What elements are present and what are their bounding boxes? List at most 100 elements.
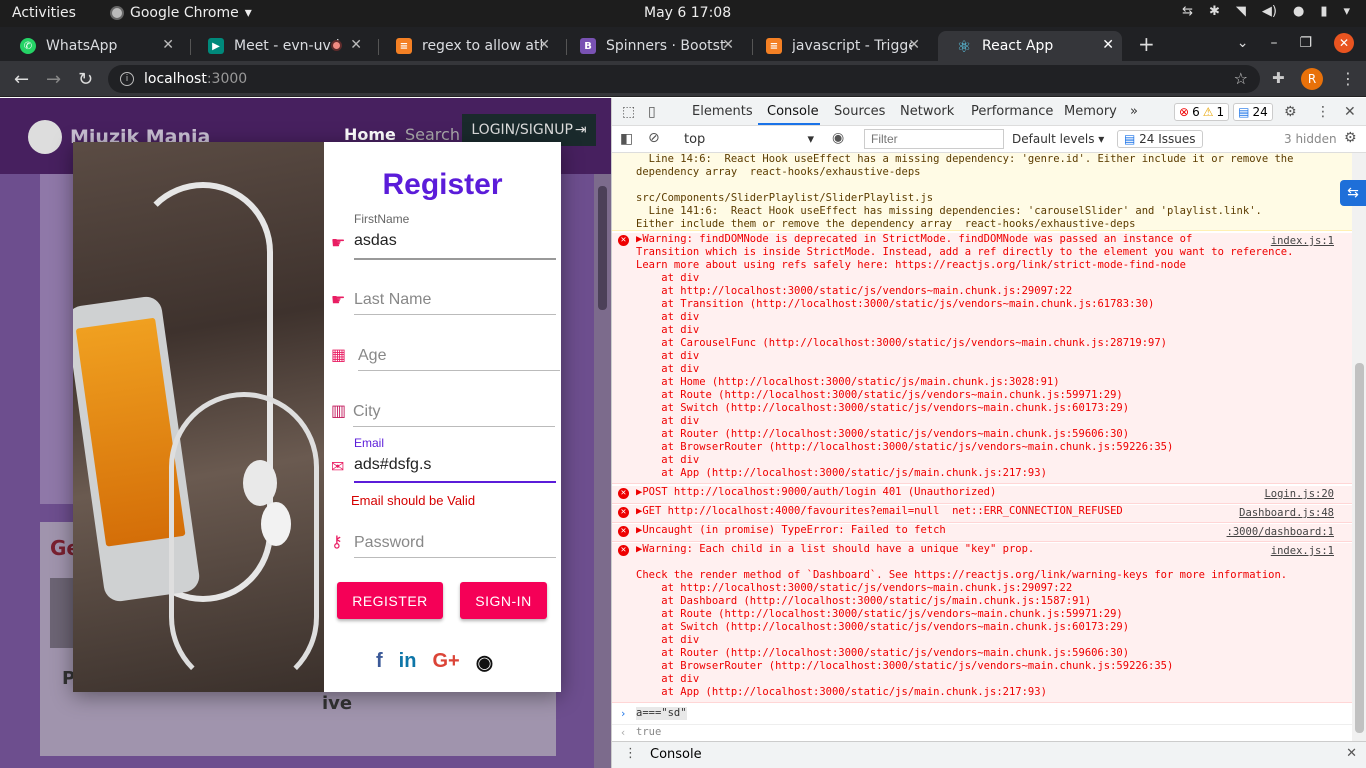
email-label: Email xyxy=(354,436,385,450)
reload-icon[interactable]: ↻ xyxy=(78,69,93,90)
site-info-icon[interactable]: i xyxy=(120,72,134,86)
tab-memory[interactable]: Memory xyxy=(1064,104,1117,119)
linkedin-icon[interactable]: in xyxy=(399,650,417,675)
tab-javascript[interactable]: ≡ javascript - Trigge ✕ xyxy=(748,31,928,61)
close-icon[interactable]: ✕ xyxy=(1102,37,1114,53)
status-badges[interactable]: ⊗ 6 ⚠ 1 ▤ 24 xyxy=(1174,103,1273,121)
forward-icon[interactable]: → xyxy=(46,69,61,90)
tab-search-icon[interactable]: ⌄ xyxy=(1237,35,1249,51)
extensions-icon[interactable]: ✚ xyxy=(1272,69,1285,87)
error-icon: ✕ xyxy=(618,545,629,556)
teamviewer-bubble-icon[interactable]: ⇆ xyxy=(1340,180,1366,206)
firstname-field[interactable]: FirstName asdas xyxy=(354,212,556,262)
close-icon[interactable]: ✕ xyxy=(908,37,920,53)
inspect-icon[interactable]: ⬚ xyxy=(622,104,635,120)
console-output: Line 14:6: React Hook useEffect has a mi… xyxy=(612,153,1352,746)
close-window-icon[interactable]: ✕ xyxy=(1334,33,1354,53)
city-field[interactable]: City xyxy=(353,394,555,434)
drawer-menu-icon[interactable]: ⋮ xyxy=(624,746,637,761)
google-plus-icon[interactable]: G+ xyxy=(432,650,459,675)
warning-text: Line 14:6: React Hook useEffect has a mi… xyxy=(636,153,1294,230)
password-field[interactable]: Password xyxy=(354,525,556,565)
new-tab-button[interactable]: + xyxy=(1138,32,1155,56)
firstname-value: asdas xyxy=(354,232,397,249)
facebook-icon[interactable]: f xyxy=(376,650,383,675)
bookmark-star-icon[interactable]: ☆ xyxy=(1234,69,1248,88)
site-logo[interactable] xyxy=(28,120,62,154)
wifi-icon[interactable]: ◥ xyxy=(1236,4,1246,19)
settings-gear-icon[interactable]: ⚙ xyxy=(1284,104,1297,120)
devtools-tab-bar: ⬚ ▯ Elements Console Sources Network Per… xyxy=(612,98,1366,126)
close-drawer-icon[interactable]: ✕ xyxy=(1346,746,1357,761)
tab-spinners[interactable]: B Spinners · Bootstr ✕ xyxy=(562,31,742,61)
tab-performance[interactable]: Performance xyxy=(971,104,1053,119)
issues-button[interactable]: ▤ 24 Issues xyxy=(1117,130,1203,148)
back-icon[interactable]: ← xyxy=(14,69,29,90)
log-levels-dropdown[interactable]: Default levels ▾ xyxy=(1012,132,1104,146)
tab-title: javascript - Trigge xyxy=(792,38,912,54)
maximize-icon[interactable]: ❐ xyxy=(1299,35,1312,51)
source-link[interactable]: index.js:1 xyxy=(1271,545,1334,558)
address-bar[interactable]: i localhost:3000 ☆ xyxy=(108,65,1260,93)
close-icon[interactable]: ✕ xyxy=(722,37,734,53)
github-icon[interactable]: ◉ xyxy=(476,650,493,675)
source-link[interactable]: :3000/dashboard:1 xyxy=(1227,526,1334,539)
console-error[interactable]: ✕ ▶Warning: Each child in a list should … xyxy=(612,543,1352,703)
register-modal: Register ☛ FirstName asdas ☛ Last Name ▦… xyxy=(73,142,561,692)
device-toolbar-icon[interactable]: ▯ xyxy=(648,104,656,120)
teamviewer-icon[interactable]: ⇆ xyxy=(1182,4,1193,19)
console-error[interactable]: ✕ ▶Warning: findDOMNode is deprecated in… xyxy=(612,233,1352,484)
activities-button[interactable]: Activities xyxy=(12,5,76,21)
color-picker-icon[interactable]: ✱ xyxy=(1209,4,1220,19)
battery-icon[interactable]: ▮ xyxy=(1320,4,1327,19)
source-link[interactable]: index.js:1 xyxy=(1271,235,1334,248)
console-warning: Line 14:6: React Hook useEffect has a mi… xyxy=(612,153,1352,231)
console-settings-icon[interactable]: ⚙ xyxy=(1344,130,1357,146)
tab-console[interactable]: Console xyxy=(767,104,819,119)
context-value: top xyxy=(684,132,706,147)
minimize-icon[interactable]: – xyxy=(1270,35,1277,51)
drawer-tab-console[interactable]: Console xyxy=(650,747,702,762)
console-error[interactable]: ✕ ▶GET http://localhost:4000/favourites?… xyxy=(612,505,1352,523)
close-icon[interactable]: ✕ xyxy=(162,37,174,53)
warning-count: 1 xyxy=(1216,105,1225,119)
clear-console-icon[interactable]: ⊘ xyxy=(648,130,660,146)
context-selector[interactable]: top ▾ xyxy=(684,132,814,147)
close-icon[interactable]: ✕ xyxy=(538,37,550,53)
volume-icon[interactable]: ◀) xyxy=(1262,4,1277,19)
clock[interactable]: May 6 17:08 xyxy=(644,5,731,21)
close-devtools-icon[interactable]: ✕ xyxy=(1344,104,1356,120)
tab-regex[interactable]: ≡ regex to allow atle ✕ xyxy=(378,31,558,61)
age-field[interactable]: Age xyxy=(358,338,560,378)
lastname-field[interactable]: Last Name xyxy=(354,282,556,322)
stackoverflow-icon: ≡ xyxy=(766,38,782,54)
tab-network[interactable]: Network xyxy=(900,104,954,119)
more-tabs-icon[interactable]: » xyxy=(1130,104,1138,119)
chrome-menu-icon[interactable]: ⋮ xyxy=(1340,69,1356,88)
tab-sources[interactable]: Sources xyxy=(834,104,885,119)
close-icon[interactable]: ✕ xyxy=(350,37,362,53)
console-filter-input[interactable] xyxy=(864,129,1004,149)
console-scrollbar[interactable] xyxy=(1352,153,1366,746)
console-error[interactable]: ✕ ▶Uncaught (in promise) TypeError: Fail… xyxy=(612,524,1352,542)
microphone-icon[interactable]: ● xyxy=(1293,4,1304,19)
console-error[interactable]: ✕ ▶POST http://localhost:9000/auth/login… xyxy=(612,486,1352,504)
error-icon: ✕ xyxy=(618,235,629,246)
source-link[interactable]: Dashboard.js:48 xyxy=(1239,507,1334,520)
email-field[interactable]: Email ads#dsfg.s xyxy=(354,436,556,486)
app-menu[interactable]: Google Chrome ▾ xyxy=(110,5,252,21)
sidebar-toggle-icon[interactable]: ◧ xyxy=(620,131,633,147)
tab-elements[interactable]: Elements xyxy=(692,104,753,119)
eye-icon[interactable]: ◉ xyxy=(832,130,844,146)
profile-avatar[interactable]: R xyxy=(1301,68,1323,90)
tab-whatsapp[interactable]: ✆ WhatsApp ✕ xyxy=(2,31,182,61)
tab-meet[interactable]: ▶ Meet - evn-uvd ✕ xyxy=(190,31,370,61)
power-menu-icon[interactable]: ▾ xyxy=(1343,4,1350,19)
page-scrollbar[interactable] xyxy=(594,174,611,768)
tab-react-app[interactable]: ⚛ React App ✕ xyxy=(938,31,1122,61)
register-button[interactable]: REGISTER xyxy=(337,582,443,619)
source-link[interactable]: Login.js:20 xyxy=(1264,488,1334,501)
devtools-menu-icon[interactable]: ⋮ xyxy=(1316,104,1330,120)
sign-in-button[interactable]: SIGN-IN xyxy=(460,582,547,619)
system-tray[interactable]: ⇆ ✱ ◥ ◀) ● ▮ ▾ xyxy=(1182,4,1350,19)
